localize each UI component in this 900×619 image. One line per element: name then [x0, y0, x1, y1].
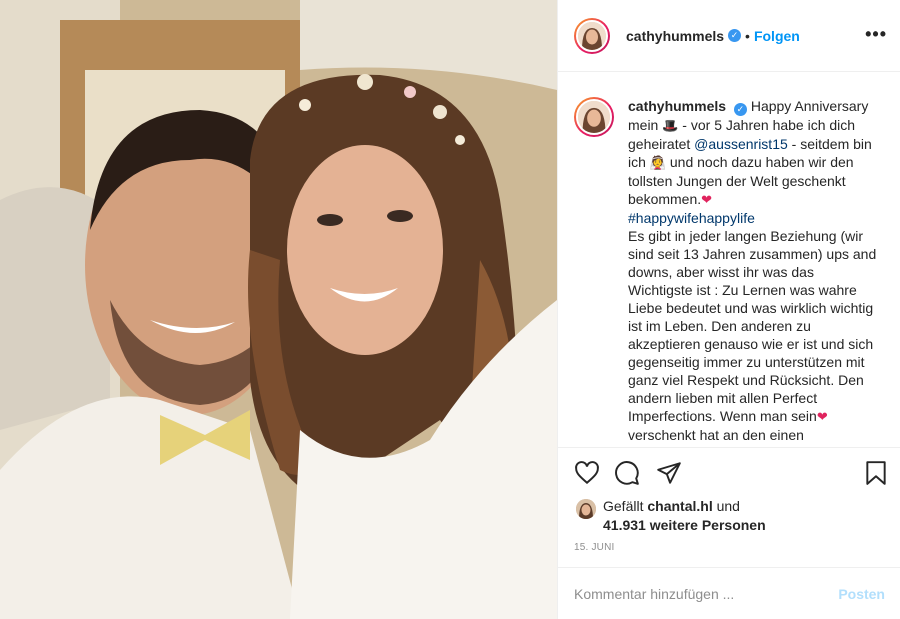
post-comment-button[interactable]: Posten [838, 586, 885, 602]
heart-emoji: ❤ [816, 409, 828, 424]
heart-icon[interactable] [574, 460, 600, 491]
mention-link[interactable]: @aussenrist15 [694, 136, 788, 152]
comment-bar: Posten [558, 567, 900, 619]
caption-section: cathyhummels ✓ Happy Anniversary mein 🎩 … [558, 73, 900, 446]
author-username[interactable]: cathyhummels [626, 28, 724, 44]
hashtag-link[interactable]: #happywifehappylife [628, 210, 755, 226]
caption-author-avatar[interactable] [574, 97, 614, 137]
likes-connector: und [716, 498, 740, 514]
post-photo-illustration [0, 0, 557, 619]
likes-summary: Gefällt chantal.hl und 41.931 weitere Pe… [576, 497, 886, 535]
caption-username[interactable]: cathyhummels [628, 98, 726, 114]
caption-body: Happy Anniversary mein 🎩 - vor 5 Jahren … [628, 98, 876, 443]
follow-button[interactable]: Folgen [754, 28, 800, 44]
caption-text: cathyhummels ✓ Happy Anniversary mein 🎩 … [628, 97, 880, 446]
bride-emoji: 👰 [649, 155, 666, 170]
separator-dot: • [745, 27, 750, 44]
post-photo[interactable] [0, 0, 557, 619]
author-avatar[interactable] [574, 17, 610, 54]
verified-badge-icon: ✓ [728, 29, 742, 42]
likes-count[interactable]: 41.931 weitere Personen [603, 517, 766, 533]
liker-avatar[interactable] [576, 499, 596, 519]
more-options-icon[interactable]: ••• [865, 24, 887, 45]
caption-text-segment: verschenkt hat an den einen [628, 427, 804, 443]
action-bar [558, 447, 900, 501]
post-date[interactable]: 15. JUNI [574, 542, 615, 553]
share-icon[interactable] [656, 460, 682, 491]
comment-icon[interactable] [614, 460, 640, 491]
likes-prefix: Gefällt [603, 498, 644, 514]
verified-badge-icon: ✓ [733, 103, 747, 116]
heart-emoji: ❤ [701, 192, 713, 207]
bookmark-icon[interactable] [864, 460, 888, 491]
caption-text-segment: Es gibt in jeder langen Beziehung (wir s… [628, 228, 877, 424]
avatar-image [576, 499, 596, 519]
avatar-image [578, 21, 606, 50]
post-header: cathyhummels ✓ • Folgen ••• [558, 0, 900, 72]
comment-input[interactable] [574, 585, 839, 602]
avatar-image [578, 101, 610, 133]
post-sidebar: cathyhummels ✓ • Folgen ••• cathyhummels… [557, 0, 900, 619]
liker-username[interactable]: chantal.hl [647, 498, 712, 514]
top-hat-emoji: 🎩 [662, 118, 679, 133]
